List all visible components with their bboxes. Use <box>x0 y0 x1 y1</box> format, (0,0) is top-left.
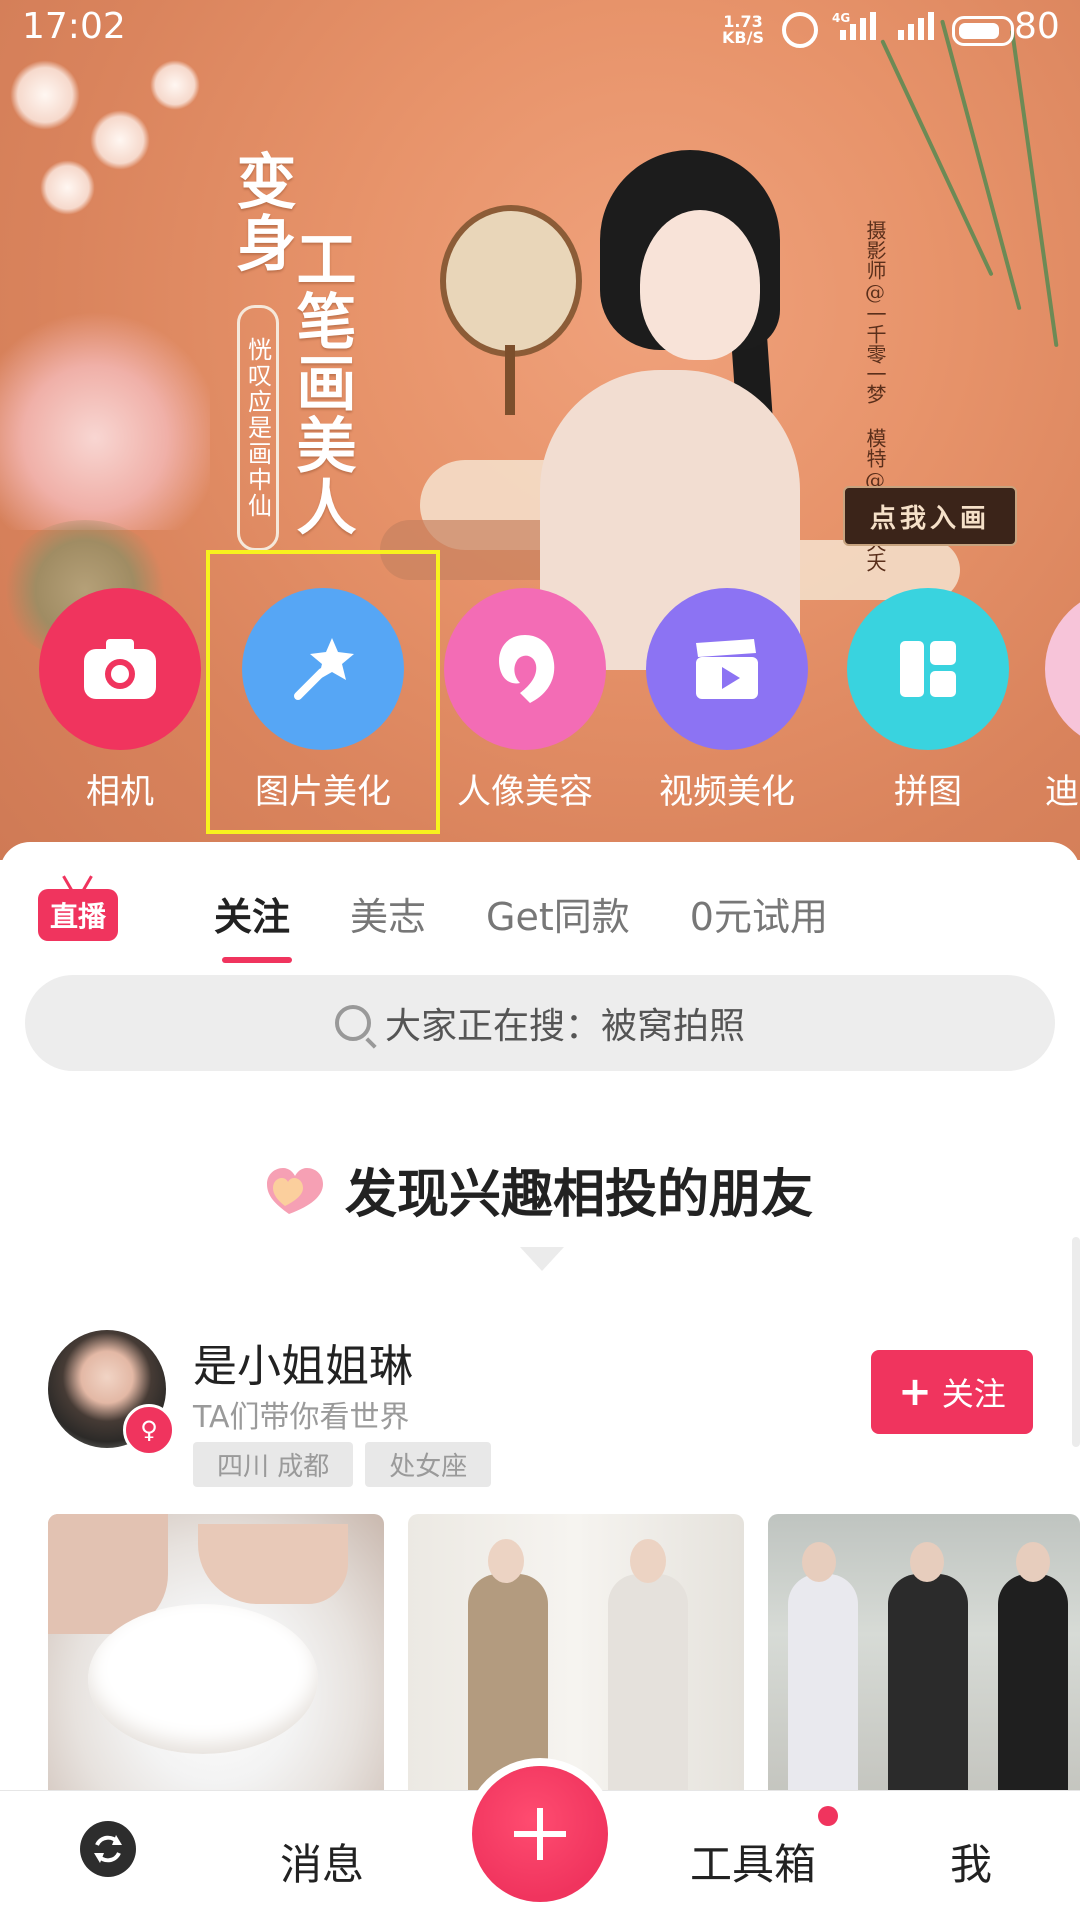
search-icon <box>334 1005 371 1041</box>
create-button[interactable] <box>472 1766 608 1902</box>
tool-partial-icon <box>1045 588 1080 750</box>
heart-icon <box>266 1168 323 1214</box>
camera-icon <box>39 588 201 750</box>
female-icon: ♀ <box>123 1404 175 1456</box>
search-placeholder: 大家正在搜：被窝拍照 <box>384 1006 745 1047</box>
banner-subtitle-seal: 恍叹应是画中仙 <box>237 305 279 551</box>
signal-icon <box>898 12 934 40</box>
tool-label: 相机 <box>86 772 154 812</box>
photo-thumbnail[interactable] <box>768 1514 1080 1814</box>
blossom-decoration <box>150 60 200 110</box>
expand-arrow-icon[interactable] <box>520 1247 564 1271</box>
tab-get-same[interactable]: Get同款 <box>486 886 630 941</box>
face-icon <box>444 588 606 750</box>
live-badge[interactable]: 直播 <box>38 889 118 941</box>
blossom-decoration <box>90 110 150 170</box>
plus-icon: + <box>898 1369 932 1415</box>
signal-icon <box>840 12 876 40</box>
tool-collage[interactable]: 拼图 <box>843 588 1013 813</box>
net-speed-unit: KB/S <box>722 28 764 47</box>
willow-decoration <box>940 19 1022 311</box>
blossom-decoration <box>40 160 95 215</box>
tool-label: 迪 <box>1045 772 1079 812</box>
feed-card: 直播 关注 美志 Get同款 0元试用 大家正在搜：被窝拍照 发现兴趣相投的朋友… <box>0 842 1080 1920</box>
battery-icon <box>952 16 1014 46</box>
notification-dot <box>818 1806 838 1826</box>
banner-subtitle: 恍叹应是画中仙 <box>243 337 272 519</box>
user-tags: 四川 成都 处女座 <box>193 1442 492 1487</box>
refresh-icon[interactable] <box>80 1821 136 1877</box>
nav-messages[interactable]: 消息 <box>280 1831 364 1892</box>
lotus-decoration <box>0 300 210 530</box>
tool-label: 拼图 <box>894 772 962 812</box>
photo-thumbnail[interactable] <box>408 1514 744 1814</box>
highlight-box <box>206 550 440 834</box>
follow-label: 关注 <box>941 1375 1006 1413</box>
tab-follow[interactable]: 关注 <box>214 886 293 963</box>
tag-location: 四川 成都 <box>193 1442 354 1487</box>
collage-icon <box>847 588 1009 750</box>
tab-meizhi[interactable]: 美志 <box>350 886 426 941</box>
tool-partial[interactable]: 迪 <box>1045 588 1080 813</box>
model-illustration <box>540 150 840 670</box>
search-bar[interactable]: 大家正在搜：被窝拍照 <box>25 975 1055 1071</box>
tool-video-beautify[interactable]: 视频美化 <box>642 588 812 813</box>
follow-button[interactable]: + 关注 <box>871 1350 1033 1434</box>
section-title-text: 发现兴趣相投的朋友 <box>344 1165 813 1225</box>
photo-thumbnail[interactable] <box>48 1514 384 1814</box>
feed-tabs: 关注 美志 Get同款 0元试用 <box>214 886 888 963</box>
hero-banner[interactable]: 变身 工笔画美人 恍叹应是画中仙 摄影师@一千零一梦 模特@桃夭夭夭 点我入画 … <box>0 0 1080 860</box>
clapperboard-icon <box>646 588 808 750</box>
side-scroll-indicator <box>1072 1237 1080 1447</box>
tag-zodiac: 处女座 <box>365 1442 492 1487</box>
alarm-icon <box>782 12 818 48</box>
plus-icon <box>514 1808 566 1860</box>
net-speed: 1.73 KB/S <box>722 14 764 46</box>
enter-painting-button[interactable]: 点我入画 <box>843 486 1017 546</box>
fan-handle <box>505 345 515 415</box>
nav-toolbox[interactable]: 工具箱 <box>690 1831 816 1892</box>
tool-label: 人像美容 <box>457 772 593 812</box>
battery-percent: 80 <box>1014 6 1060 47</box>
user-subtitle: TA们带你看世界 <box>193 1400 410 1435</box>
nav-me[interactable]: 我 <box>950 1831 992 1892</box>
status-time: 17:02 <box>22 6 126 47</box>
tool-label: 视频美化 <box>659 772 795 812</box>
blossom-decoration <box>10 60 80 130</box>
tab-free-trial[interactable]: 0元试用 <box>690 886 828 941</box>
user-photos <box>48 1514 1080 1814</box>
user-name[interactable]: 是小姐姐琳 <box>193 1330 413 1394</box>
user-recommendation[interactable]: ♀ 是小姐姐琳 TA们带你看世界 四川 成都 处女座 + 关注 <box>48 1330 1048 1510</box>
tool-portrait-beauty[interactable]: 人像美容 <box>440 588 610 813</box>
banner-title-2: 工笔画美人 <box>286 228 356 538</box>
status-bar: 17:02 1.73 KB/S 4G 80 <box>0 0 1080 60</box>
section-title: 发现兴趣相投的朋友 <box>0 1152 1080 1227</box>
credit-photographer: 摄影师@一千零一梦 <box>863 220 887 404</box>
tool-camera[interactable]: 相机 <box>35 588 205 813</box>
